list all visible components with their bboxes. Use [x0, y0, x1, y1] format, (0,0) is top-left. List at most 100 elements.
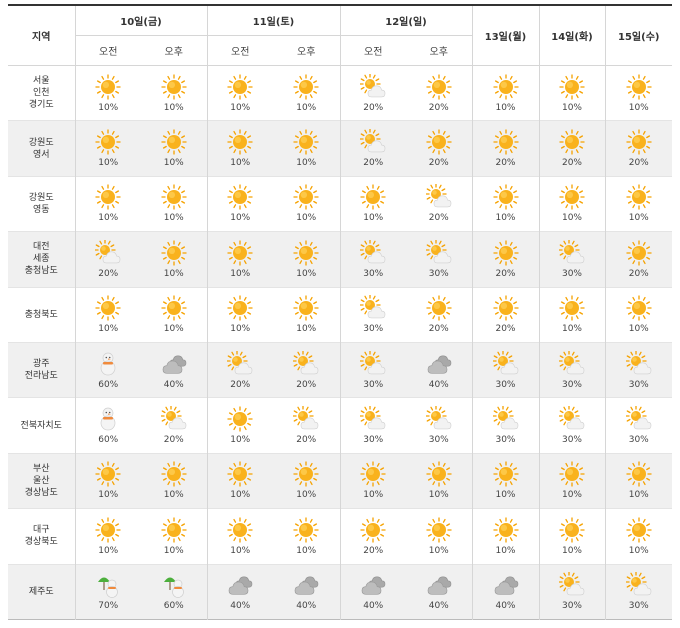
forecast-cell: 30%	[471, 397, 539, 454]
sun-icon	[360, 461, 386, 488]
precipitation-probability: 30%	[561, 435, 582, 446]
forecast-cell: 20%	[273, 342, 340, 397]
cloudy-icon	[162, 355, 187, 374]
forecast-cell: 40%	[339, 564, 406, 620]
cloudy-icon	[427, 576, 452, 595]
sun-icon	[626, 184, 652, 211]
sun-icon	[492, 184, 519, 211]
forecast-cell: 10%	[471, 508, 539, 565]
forecast-cell: 30%	[406, 398, 472, 453]
partly-cloudy-icon	[425, 184, 452, 208]
precipitation-probability: 20%	[428, 324, 449, 335]
sun-icon	[161, 184, 187, 211]
sun-icon	[626, 461, 652, 488]
sun-icon	[492, 129, 519, 155]
forecast-cell: 40%	[273, 564, 340, 619]
forecast-cell: 10%	[604, 176, 672, 232]
precipitation-probability: 30%	[428, 435, 449, 446]
forecast-cell: 30%	[339, 287, 406, 343]
precipitation-probability: 10%	[98, 324, 119, 335]
table-row: 강원도 영서 10% 10% 10% 10% 20% 20% 20% 20% 20%	[8, 120, 672, 177]
precipitation-probability: 20%	[561, 158, 582, 169]
partly-cloudy-icon	[293, 406, 319, 430]
region-name: 서울 인천 경기도	[28, 76, 54, 111]
precipitation-probability: 10%	[561, 545, 582, 556]
region-name: 제주도	[28, 586, 54, 597]
precipitation-probability: 10%	[230, 435, 251, 446]
partly-cloudy-icon	[425, 406, 452, 430]
period-header-am: 오전	[74, 35, 141, 66]
forecast-cell: 10%	[74, 120, 141, 177]
sun-icon	[559, 461, 585, 488]
sun-icon	[293, 74, 319, 100]
precipitation-probability: 30%	[561, 379, 582, 390]
precipitation-probability: 60%	[98, 379, 119, 390]
forecast-cell: 10%	[141, 66, 207, 121]
period-header-am: 오전	[339, 35, 406, 66]
forecast-cell: 10%	[141, 287, 207, 342]
precipitation-probability: 20%	[628, 268, 649, 279]
forecast-cell: 20%	[471, 287, 539, 343]
forecast-cell: 20%	[74, 231, 141, 288]
forecast-cell: 10%	[538, 508, 605, 565]
precipitation-probability: 40%	[363, 601, 384, 612]
partly-cloudy-icon	[625, 350, 652, 374]
forecast-cell: 10%	[206, 508, 273, 565]
precipitation-probability: 40%	[428, 601, 449, 612]
precipitation-probability: 10%	[296, 213, 317, 224]
snow-icon	[100, 352, 116, 375]
day-header-13: 13일(월)	[471, 5, 539, 66]
precipitation-probability: 10%	[98, 158, 119, 169]
sun-icon	[161, 240, 187, 266]
cloudy-icon	[427, 355, 452, 374]
precipitation-probability: 70%	[98, 601, 119, 612]
rain-umbrella-icon	[98, 577, 119, 599]
forecast-cell: 10%	[538, 65, 605, 121]
forecast-cell: 20%	[141, 398, 207, 453]
precipitation-probability: 20%	[296, 435, 317, 446]
cloudy-icon	[361, 576, 386, 595]
precipitation-probability: 10%	[230, 324, 251, 335]
snow-icon	[100, 407, 116, 431]
sun-icon	[95, 129, 121, 155]
sun-icon	[293, 295, 319, 321]
sun-icon	[559, 184, 585, 211]
sun-icon	[227, 74, 253, 100]
forecast-cell: 10%	[538, 287, 605, 343]
forecast-page: 지역 10일(금) 11일(토) 12일(일) 13일(월) 14일(화) 15…	[0, 0, 680, 628]
forecast-cell: 20%	[206, 342, 273, 398]
forecast-cell: 30%	[604, 342, 672, 398]
sun-icon	[293, 184, 319, 211]
table-row: 제주도 70% 60% 40% 40% 40% 40% 40% 30% 30%	[8, 564, 672, 620]
forecast-cell: 10%	[273, 176, 340, 231]
forecast-cell: 10%	[141, 509, 207, 564]
precipitation-probability: 30%	[495, 379, 516, 390]
precipitation-probability: 40%	[163, 379, 184, 390]
precipitation-probability: 10%	[163, 102, 184, 113]
forecast-cell: 10%	[74, 453, 141, 509]
precipitation-probability: 10%	[163, 268, 184, 279]
partly-cloudy-icon	[559, 406, 585, 430]
forecast-cell: 10%	[206, 453, 273, 509]
forecast-cell: 60%	[141, 564, 207, 619]
forecast-cell: 10%	[74, 287, 141, 343]
partly-cloudy-icon	[95, 239, 121, 264]
partly-cloudy-icon	[360, 295, 386, 319]
precipitation-probability: 30%	[363, 324, 384, 335]
precipitation-probability: 10%	[561, 324, 582, 335]
sun-icon	[227, 406, 253, 432]
sun-icon	[626, 295, 652, 321]
forecast-cell: 40%	[206, 564, 273, 620]
forecast-cell: 10%	[206, 231, 273, 288]
sun-icon	[492, 74, 519, 100]
precipitation-probability: 10%	[296, 268, 317, 279]
period-header-pm: 오후	[406, 35, 472, 66]
precipitation-probability: 10%	[428, 490, 449, 501]
forecast-cell: 10%	[273, 287, 340, 342]
forecast-cell: 40%	[471, 564, 539, 620]
forecast-cell: 10%	[273, 509, 340, 564]
forecast-cell: 10%	[206, 287, 273, 343]
forecast-cell: 10%	[538, 176, 605, 232]
sun-icon	[293, 461, 319, 488]
table-header: 지역 10일(금) 11일(토) 12일(일) 13일(월) 14일(화) 15…	[8, 5, 672, 66]
